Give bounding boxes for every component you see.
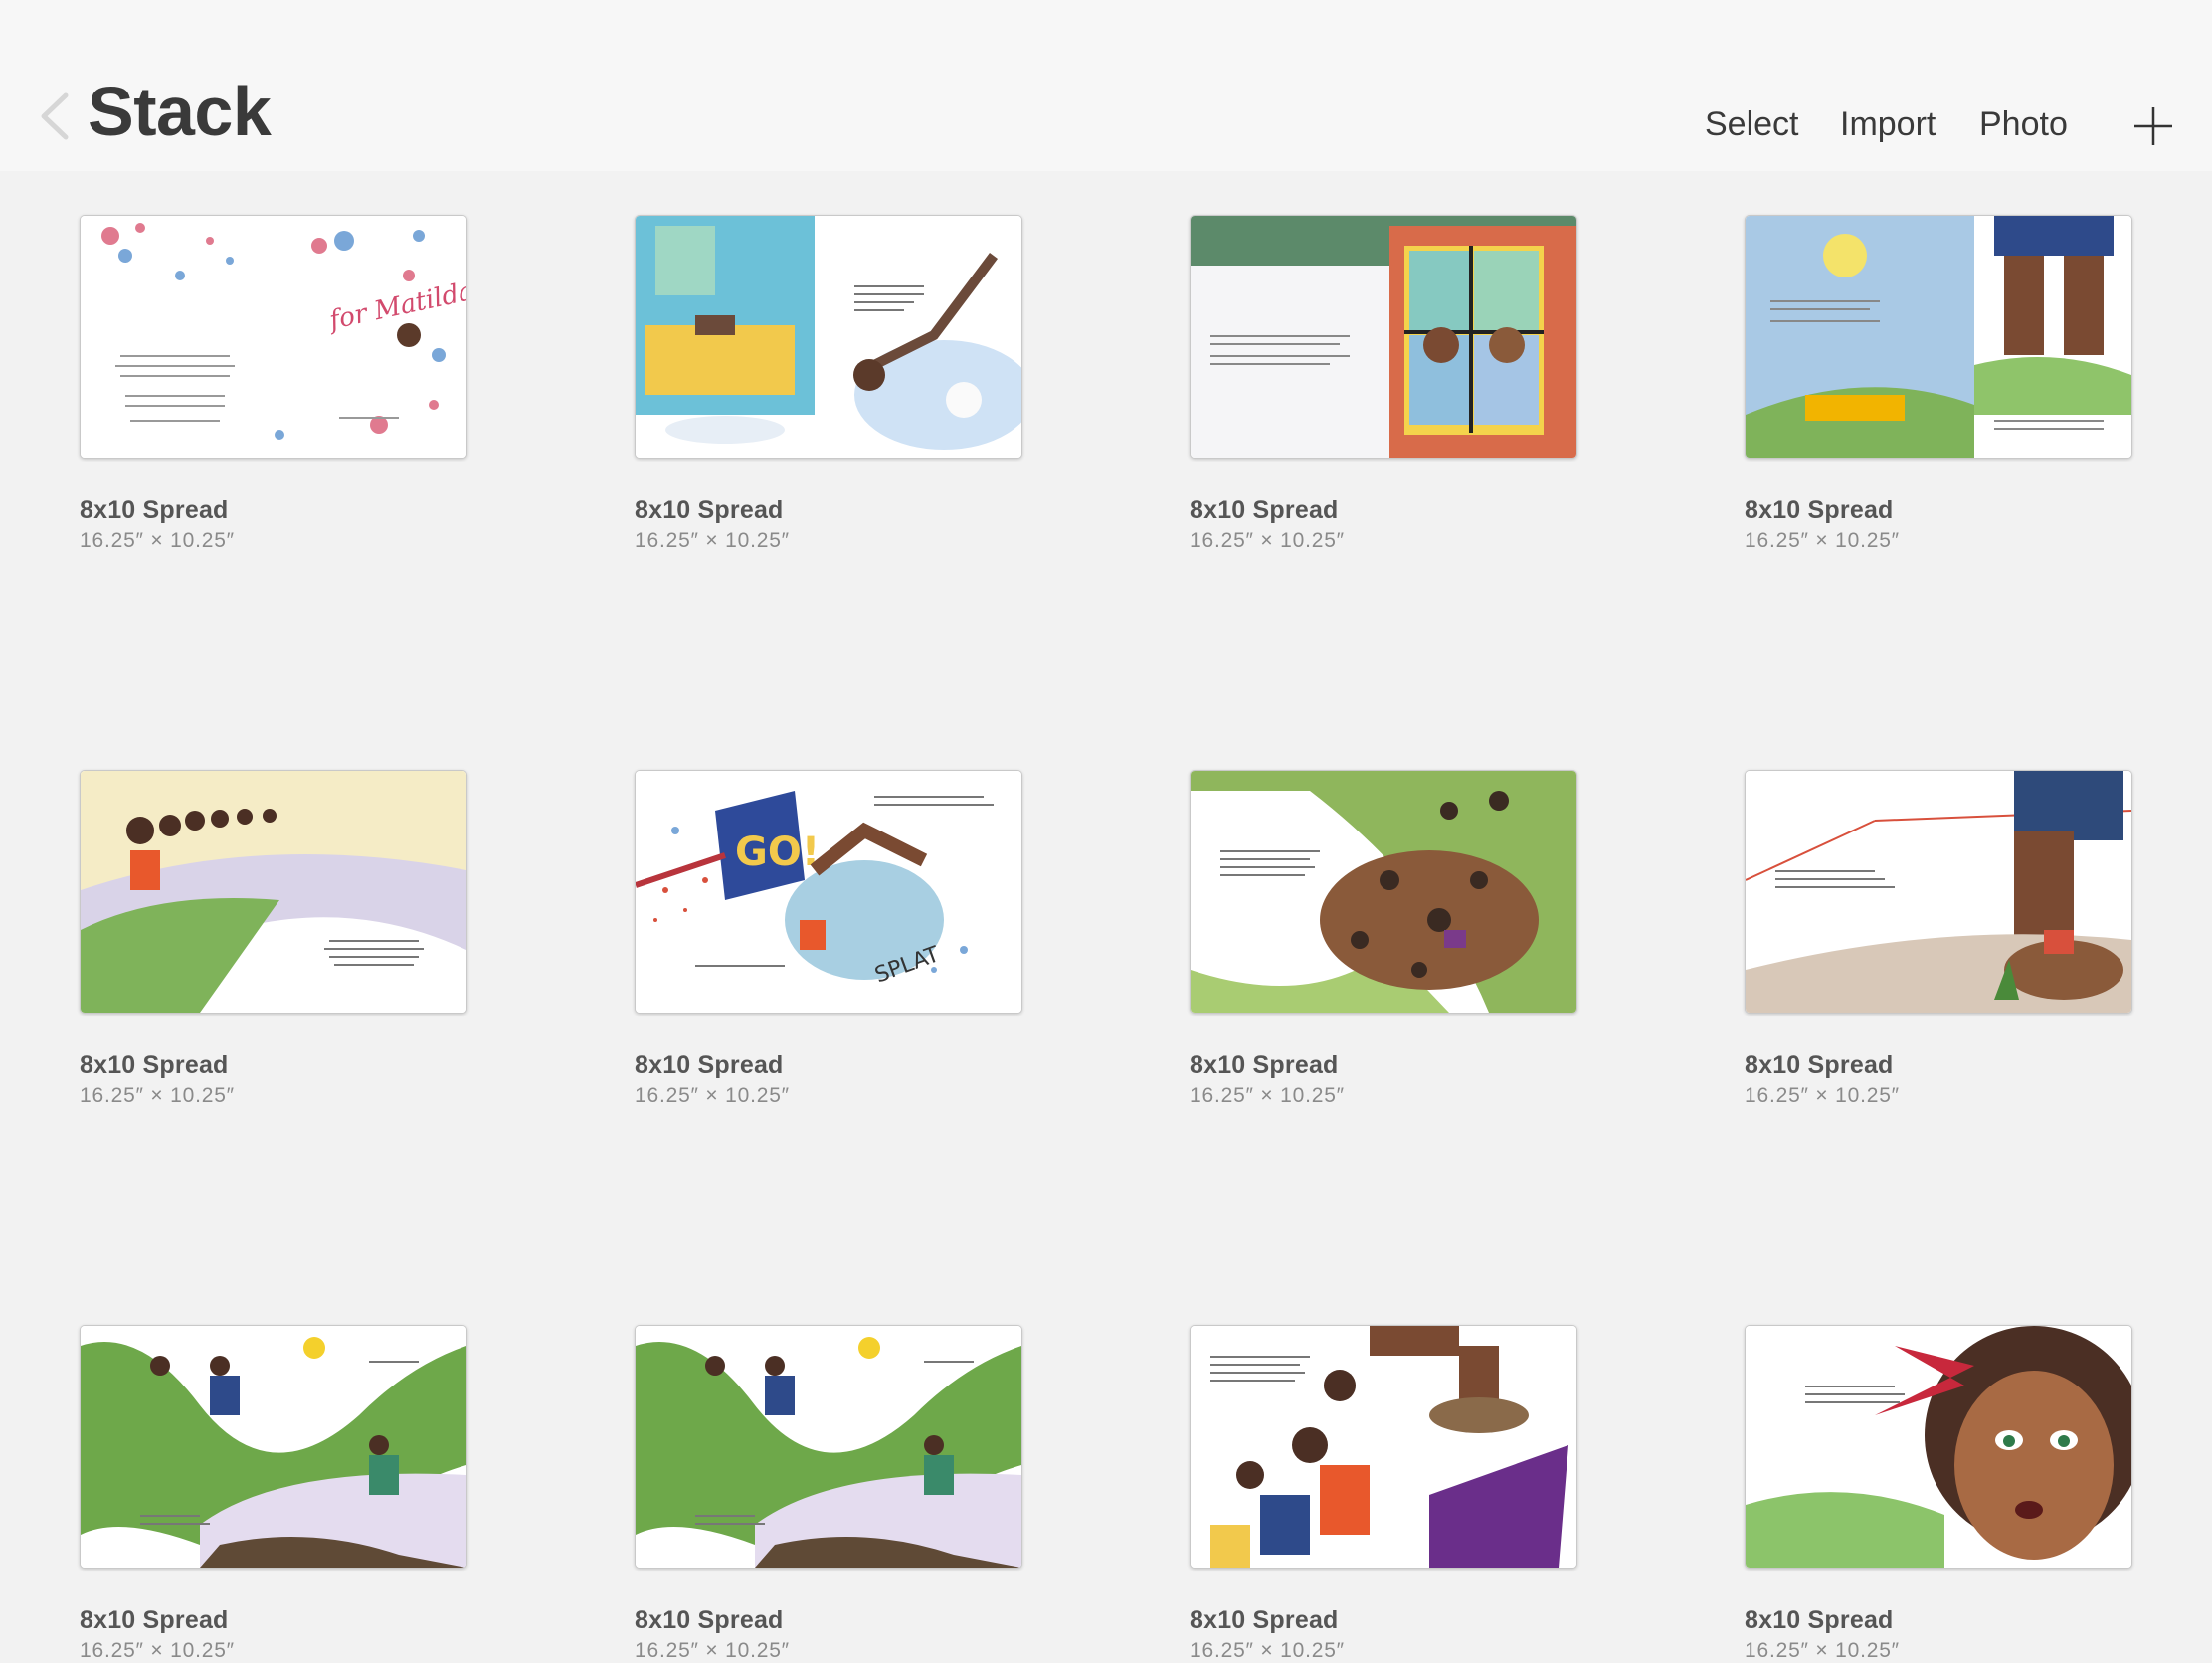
artwork-thumbnail[interactable] [635,1325,1022,1569]
artwork-thumbnail[interactable] [1745,215,2132,459]
artwork-card[interactable]: 8x10 Spread 16.25″ × 10.25″ [635,1325,1022,1663]
artwork-thumbnail[interactable] [1745,770,2132,1014]
go-flag-text: GO! [735,830,820,875]
card-size: 16.25″ × 10.25″ [1190,529,1345,552]
card-size: 16.25″ × 10.25″ [80,1084,235,1107]
spread-illustration-2 [636,216,1021,458]
artwork-card[interactable]: 8x10 Spread 16.25″ × 10.25″ [1745,215,2132,553]
card-size: 16.25″ × 10.25″ [1190,1084,1345,1107]
card-size: 16.25″ × 10.25″ [635,1084,790,1107]
card-size: 16.25″ × 10.25″ [635,529,790,552]
artwork-thumbnail[interactable] [1190,770,1577,1014]
card-title: 8x10 Spread [1745,1051,1894,1079]
artwork-thumbnail[interactable] [1190,215,1577,459]
card-title: 8x10 Spread [635,496,784,524]
artwork-thumbnail[interactable]: for Matilda [80,215,467,459]
card-size: 16.25″ × 10.25″ [1745,529,1900,552]
spread-illustration-3 [1191,216,1576,458]
artwork-card[interactable]: 8x10 Spread 16.25″ × 10.25″ [1745,770,2132,1108]
spread-illustration-11 [1191,1326,1576,1568]
spread-illustration-10 [636,1326,1021,1568]
artwork-card[interactable]: 8x10 Spread 16.25″ × 10.25″ [1190,215,1577,553]
card-title: 8x10 Spread [1190,496,1339,524]
spread-illustration-7 [1191,771,1576,1013]
card-title: 8x10 Spread [80,1051,229,1079]
artwork-card[interactable]: 8x10 Spread 16.25″ × 10.25″ [1190,770,1577,1108]
card-size: 16.25″ × 10.25″ [80,1639,235,1662]
artwork-thumbnail[interactable]: GO! SPLAT [635,770,1022,1014]
card-title: 8x10 Spread [80,496,229,524]
artwork-card[interactable]: 8x10 Spread 16.25″ × 10.25″ [1190,1325,1577,1663]
spread-illustration-9 [81,1326,466,1568]
spread-illustration-4 [1746,216,2131,458]
spread-illustration-1: for Matilda [81,216,466,458]
spread-illustration-8 [1746,771,2131,1013]
card-size: 16.25″ × 10.25″ [1745,1639,1900,1662]
card-title: 8x10 Spread [80,1606,229,1634]
card-title: 8x10 Spread [635,1051,784,1079]
artwork-card[interactable]: GO! SPLAT 8x10 Spread 16.25″ × 10.25″ [635,770,1022,1108]
card-title: 8x10 Spread [635,1606,784,1634]
artwork-card[interactable]: 8x10 Spread 16.25″ × 10.25″ [80,1325,467,1663]
artwork-thumbnail[interactable] [1190,1325,1577,1569]
artwork-grid: for Matilda 8x10 Spread 16.25″ × 10.25″ [0,0,2212,1662]
artwork-card[interactable]: 8x10 Spread 16.25″ × 10.25″ [635,215,1022,553]
spread-illustration-12 [1746,1326,2131,1568]
card-title: 8x10 Spread [1190,1051,1339,1079]
card-size: 16.25″ × 10.25″ [1745,1084,1900,1107]
artwork-card[interactable]: for Matilda 8x10 Spread 16.25″ × 10.25″ [80,215,467,553]
artwork-card[interactable]: 8x10 Spread 16.25″ × 10.25″ [1745,1325,2132,1663]
card-title: 8x10 Spread [1745,496,1894,524]
card-size: 16.25″ × 10.25″ [635,1639,790,1662]
artwork-thumbnail[interactable] [80,770,467,1014]
card-size: 16.25″ × 10.25″ [80,529,235,552]
artwork-thumbnail[interactable] [635,215,1022,459]
card-title: 8x10 Spread [1190,1606,1339,1634]
artwork-card[interactable]: 8x10 Spread 16.25″ × 10.25″ [80,770,467,1108]
spread-illustration-6: GO! SPLAT [636,771,1021,1013]
artwork-thumbnail[interactable] [1745,1325,2132,1569]
card-title: 8x10 Spread [1745,1606,1894,1634]
spread-illustration-5 [81,771,466,1013]
artwork-thumbnail[interactable] [80,1325,467,1569]
card-size: 16.25″ × 10.25″ [1190,1639,1345,1662]
